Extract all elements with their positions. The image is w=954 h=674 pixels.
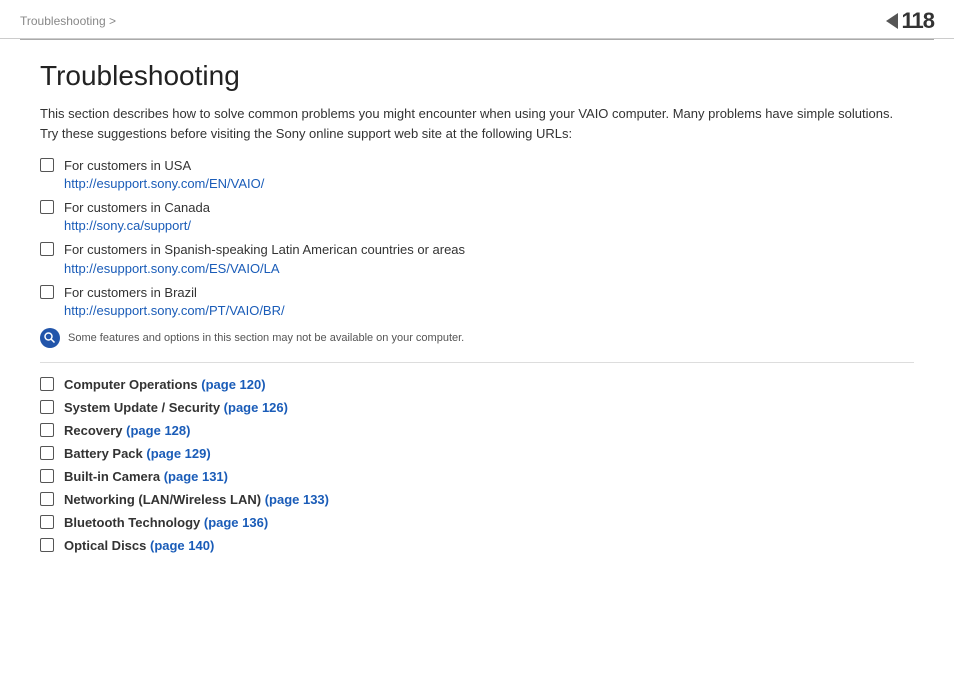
- url-item-label: For customers in Canada: [64, 199, 210, 217]
- bullet-icon: [40, 446, 54, 460]
- url-list: For customers in USAhttp://esupport.sony…: [40, 157, 914, 318]
- bullet-icon: [40, 285, 54, 299]
- bullet-icon: [40, 538, 54, 552]
- bullet-icon: [40, 377, 54, 391]
- nav-item-label: Built-in Camera (page 131): [64, 469, 228, 484]
- nav-item-page-link[interactable]: (page 126): [224, 400, 288, 415]
- bullet-icon: [40, 400, 54, 414]
- nav-list-item: Battery Pack (page 129): [40, 446, 914, 461]
- bullet-icon: [40, 423, 54, 437]
- url-item-content: For customers in Brazilhttp://esupport.s…: [64, 284, 285, 318]
- url-item-content: For customers in Spanish-speaking Latin …: [64, 241, 465, 275]
- search-icon: [44, 332, 56, 344]
- nav-item-page-link[interactable]: (page 136): [204, 515, 268, 530]
- main-content: Troubleshooting This section describes h…: [0, 40, 954, 581]
- bullet-icon: [40, 469, 54, 483]
- url-item-label: For customers in Brazil: [64, 284, 285, 302]
- nav-list-item: Recovery (page 128): [40, 423, 914, 438]
- nav-item-page-link[interactable]: (page 128): [126, 423, 190, 438]
- url-item-label: For customers in Spanish-speaking Latin …: [64, 241, 465, 259]
- nav-item-page-link[interactable]: (page 133): [265, 492, 329, 507]
- bullet-icon: [40, 515, 54, 529]
- nav-list-item: System Update / Security (page 126): [40, 400, 914, 415]
- section-divider: [40, 362, 914, 363]
- nav-item-label: Recovery (page 128): [64, 423, 190, 438]
- page-title: Troubleshooting: [40, 60, 914, 92]
- url-list-item: For customers in Brazilhttp://esupport.s…: [40, 284, 914, 318]
- url-item-content: For customers in Canadahttp://sony.ca/su…: [64, 199, 210, 233]
- nav-item-label: Computer Operations (page 120): [64, 377, 266, 392]
- arrow-left-icon: [886, 13, 898, 29]
- nav-item-label: Networking (LAN/Wireless LAN) (page 133): [64, 492, 329, 507]
- note-section: Some features and options in this sectio…: [40, 328, 914, 348]
- url-item-label: For customers in USA: [64, 157, 264, 175]
- navigation-list: Computer Operations (page 120) System Upd…: [40, 377, 914, 553]
- nav-list-item: Built-in Camera (page 131): [40, 469, 914, 484]
- bullet-icon: [40, 242, 54, 256]
- page-header: Troubleshooting > 118: [0, 0, 954, 39]
- url-list-item: For customers in Canadahttp://sony.ca/su…: [40, 199, 914, 233]
- intro-text: This section describes how to solve comm…: [40, 104, 914, 143]
- page-number: 118: [902, 8, 935, 34]
- nav-item-label: Optical Discs (page 140): [64, 538, 214, 553]
- url-list-item: For customers in USAhttp://esupport.sony…: [40, 157, 914, 191]
- nav-list-item: Networking (LAN/Wireless LAN) (page 133): [40, 492, 914, 507]
- url-item-link[interactable]: http://esupport.sony.com/PT/VAIO/BR/: [64, 303, 285, 318]
- url-item-link[interactable]: http://esupport.sony.com/ES/VAIO/LA: [64, 261, 465, 276]
- nav-item-label: Bluetooth Technology (page 136): [64, 515, 268, 530]
- nav-item-label: Battery Pack (page 129): [64, 446, 211, 461]
- nav-item-page-link[interactable]: (page 140): [150, 538, 214, 553]
- nav-item-page-link[interactable]: (page 120): [201, 377, 265, 392]
- bullet-icon: [40, 200, 54, 214]
- bullet-icon: [40, 492, 54, 506]
- url-list-item: For customers in Spanish-speaking Latin …: [40, 241, 914, 275]
- url-item-content: For customers in USAhttp://esupport.sony…: [64, 157, 264, 191]
- note-icon: [40, 328, 60, 348]
- nav-list-item: Optical Discs (page 140): [40, 538, 914, 553]
- nav-list-item: Computer Operations (page 120): [40, 377, 914, 392]
- url-item-link[interactable]: http://esupport.sony.com/EN/VAIO/: [64, 176, 264, 191]
- nav-item-label: System Update / Security (page 126): [64, 400, 288, 415]
- page-number-container: 118: [886, 8, 935, 34]
- nav-item-page-link[interactable]: (page 129): [146, 446, 210, 461]
- nav-item-page-link[interactable]: (page 131): [164, 469, 228, 484]
- breadcrumb: Troubleshooting >: [20, 14, 116, 28]
- note-text: Some features and options in this sectio…: [68, 328, 464, 347]
- bullet-icon: [40, 158, 54, 172]
- url-item-link[interactable]: http://sony.ca/support/: [64, 218, 210, 233]
- nav-list-item: Bluetooth Technology (page 136): [40, 515, 914, 530]
